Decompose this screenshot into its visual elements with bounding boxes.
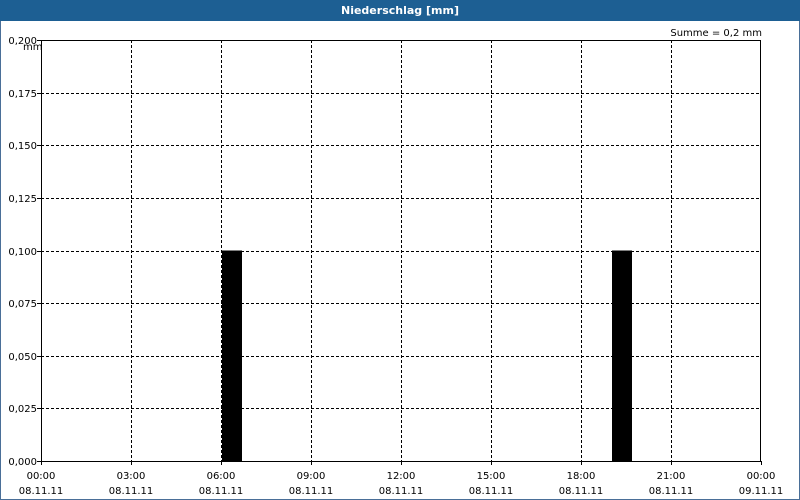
- x-tick-time-label: 00:00: [747, 471, 776, 482]
- sum-label: Summe = 0,2 mm: [670, 28, 762, 39]
- y-tick-label: 0,075: [8, 299, 37, 310]
- x-tick-date-label: 08.11.11: [379, 486, 424, 497]
- y-tick-label: 0,200: [8, 36, 37, 47]
- x-tick-date-label: 08.11.11: [289, 486, 334, 497]
- x-tick-date-label: 08.11.11: [19, 486, 64, 497]
- y-tick-label: 0,125: [8, 194, 37, 205]
- y-tick-label: 0,150: [8, 141, 37, 152]
- bars: [222, 250, 632, 461]
- precipitation-chart: mm Summe = 0,2 mm 0,0000,0250,0500,0750,…: [8, 28, 783, 497]
- x-tick-time-label: 18:00: [567, 471, 596, 482]
- x-tick-date-label: 08.11.11: [109, 486, 154, 497]
- x-tick-time-label: 09:00: [297, 471, 326, 482]
- x-tick-time-label: 21:00: [657, 471, 686, 482]
- x-tick-time-label: 06:00: [207, 471, 236, 482]
- labels: mm Summe = 0,2 mm 0,0000,0250,0500,0750,…: [8, 28, 783, 497]
- x-tick-time-label: 00:00: [27, 471, 56, 482]
- precipitation-bar: [612, 250, 632, 461]
- y-tick-label: 0,175: [8, 89, 37, 100]
- x-tick-date-label: 08.11.11: [199, 486, 244, 497]
- y-tick-label: 0,025: [8, 404, 37, 415]
- y-tick-label: 0,100: [8, 247, 37, 258]
- x-tick-time-label: 15:00: [477, 471, 506, 482]
- x-tick-date-label: 08.11.11: [559, 486, 604, 497]
- x-tick-date-label: 08.11.11: [649, 486, 694, 497]
- y-tick-label: 0,000: [8, 457, 37, 468]
- precipitation-bar: [222, 250, 242, 461]
- x-tick-time-label: 03:00: [117, 471, 146, 482]
- grid: [41, 40, 761, 461]
- x-tick-time-label: 12:00: [387, 471, 416, 482]
- x-tick-date-label: 09.11.11: [739, 486, 784, 497]
- axes: [37, 40, 762, 465]
- x-tick-date-label: 08.11.11: [469, 486, 514, 497]
- y-tick-label: 0,050: [8, 352, 37, 363]
